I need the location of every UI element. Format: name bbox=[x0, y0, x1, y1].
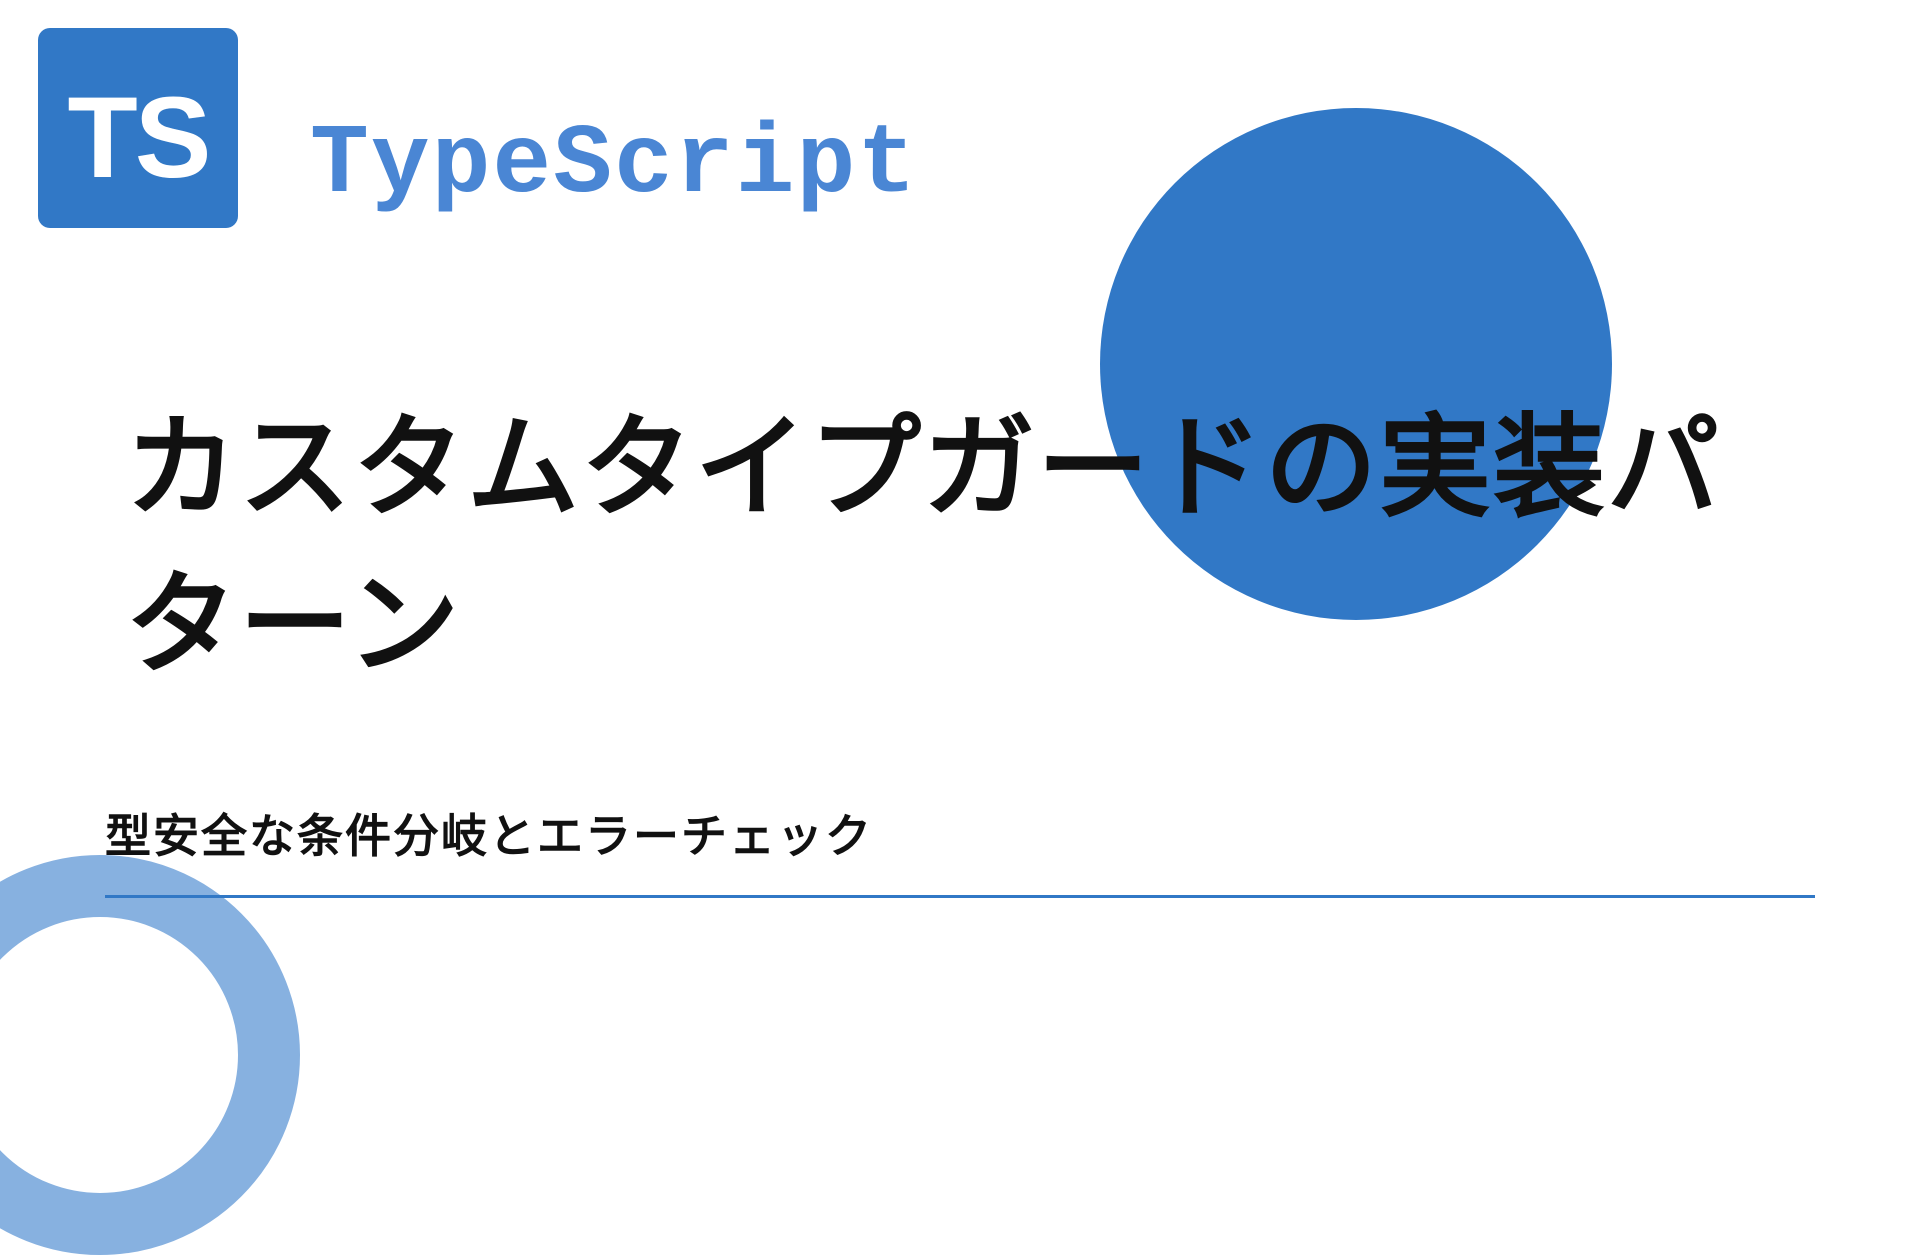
subtitle: 型安全な条件分岐とエラーチェック bbox=[105, 800, 1815, 890]
typescript-logo: TS bbox=[38, 28, 238, 228]
logo-text: TS bbox=[68, 81, 209, 196]
subtitle-container: 型安全な条件分岐とエラーチェック bbox=[105, 800, 1815, 890]
decorative-ring bbox=[0, 855, 300, 1255]
main-title: カスタムタイプガードの実装パターン bbox=[125, 390, 1795, 704]
brand-title: TypeScript bbox=[310, 110, 918, 221]
divider-line bbox=[105, 895, 1815, 898]
presentation-slide: TS TypeScript カスタムタイプガードの実装パターン 型安全な条件分岐… bbox=[0, 0, 1920, 1080]
